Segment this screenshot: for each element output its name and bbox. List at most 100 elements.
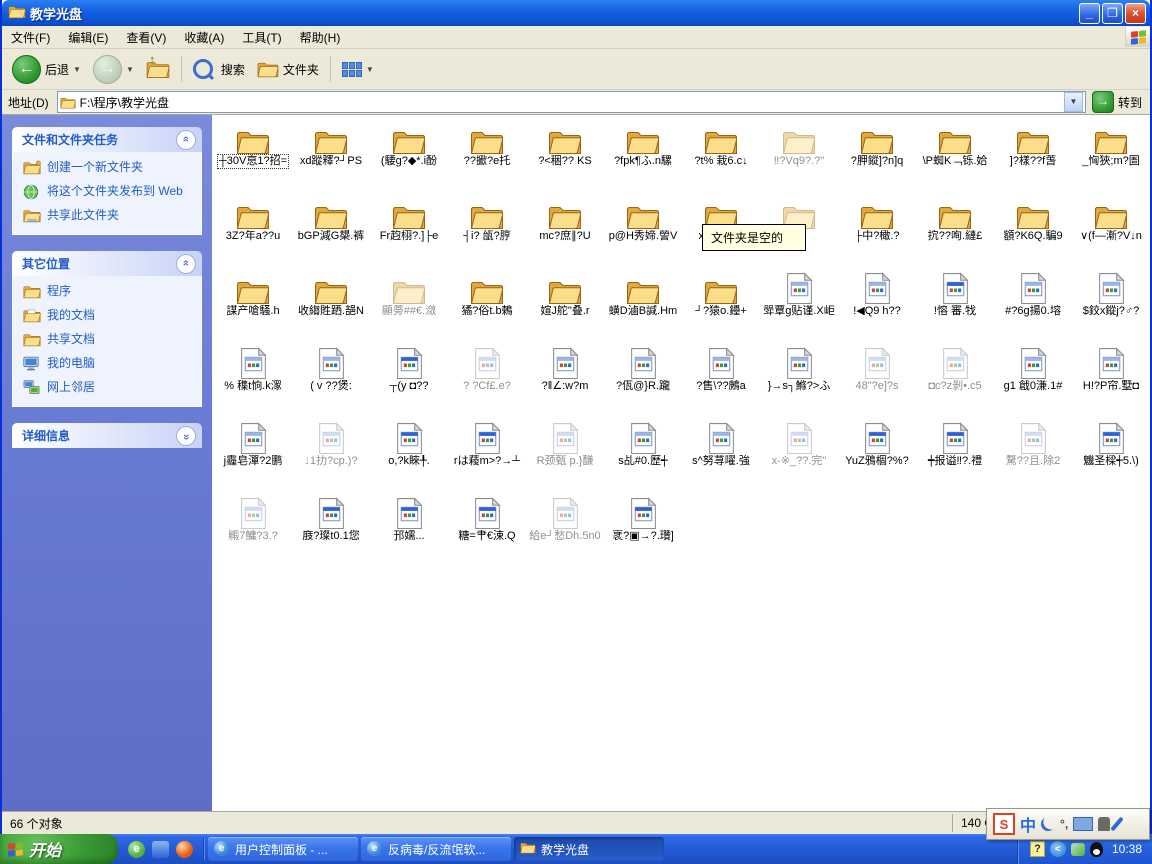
file-item[interactable]: ? ?Cf£.e?: [448, 344, 526, 419]
file-item[interactable]: x-※_??.完": [760, 419, 838, 494]
file-item[interactable]: ?t% 栽6.c↓: [682, 119, 760, 194]
orange-circle-icon[interactable]: [176, 841, 193, 858]
file-item[interactable]: ?售\??鶊a: [682, 344, 760, 419]
restore-button[interactable]: ❐: [1102, 3, 1123, 24]
file-item[interactable]: 給e┘愁Dh.5n0: [526, 494, 604, 569]
taskbar-task-button[interactable]: 教学光盘: [514, 837, 664, 861]
file-tasks-header[interactable]: 文件和文件夹任务 »: [12, 127, 202, 152]
file-item[interactable]: YuZ鴉棝?%?: [838, 419, 916, 494]
file-item[interactable]: rは薐m>?→┴: [448, 419, 526, 494]
close-button[interactable]: ×: [1125, 3, 1146, 24]
sidebar-item[interactable]: 程序: [23, 284, 195, 300]
file-item[interactable]: !愹 審.牫: [916, 269, 994, 344]
file-item[interactable]: ┿报谥‼?.禮: [916, 419, 994, 494]
file-item[interactable]: xd蹤釋?┘PS: [292, 119, 370, 194]
drive-tray-icon[interactable]: [1071, 843, 1085, 856]
file-item[interactable]: ∨(f—漸?V↓n: [1072, 194, 1150, 269]
file-item[interactable]: s乩#0.歷┽: [604, 419, 682, 494]
taskbar-task-button[interactable]: e反病毒/反流氓软...: [361, 837, 511, 861]
file-item[interactable]: ◘c?z剝•.c5: [916, 344, 994, 419]
chinese-mode-icon[interactable]: 中: [1020, 812, 1036, 836]
green-e-icon[interactable]: e: [128, 841, 145, 858]
title-bar[interactable]: 教学光盘 _ ❐ ×: [2, 0, 1150, 26]
taskbar-task-button[interactable]: e用户控制面板 - ...: [208, 837, 358, 861]
minimize-button[interactable]: _: [1079, 3, 1100, 24]
file-item[interactable]: ┼30V恴1?招=: [214, 119, 292, 194]
file-item[interactable]: g1 戧0溓.1#: [994, 344, 1072, 419]
file-item[interactable]: ├中?橄.?: [838, 194, 916, 269]
file-item[interactable]: 3Z?年a??u: [214, 194, 292, 269]
sogou-icon[interactable]: S: [993, 813, 1015, 835]
ime-language-bar[interactable]: S中 °,: [986, 808, 1150, 840]
sidebar-item[interactable]: 共享文档: [23, 332, 195, 348]
file-item[interactable]: p@H秀媂.謍V: [604, 194, 682, 269]
file-item[interactable]: ?胛鏦]?n]q: [838, 119, 916, 194]
punctuation-icon[interactable]: °,: [1060, 817, 1068, 831]
file-item[interactable]: % 穕t恦.k潈: [214, 344, 292, 419]
back-button[interactable]: ← 后退 ▼: [8, 53, 85, 86]
sidebar-item[interactable]: 将这个文件夹发布到 Web: [23, 184, 195, 200]
menu-item[interactable]: 编辑(E): [59, 28, 117, 48]
other-places-header[interactable]: 其它位置 »: [12, 251, 202, 276]
menu-item[interactable]: 收藏(A): [175, 28, 233, 48]
file-item[interactable]: 獝?俗t.b鶫: [448, 269, 526, 344]
sidebar-item[interactable]: 我的电脑: [23, 356, 195, 372]
views-button[interactable]: ▼: [338, 60, 378, 79]
file-item[interactable]: _恟狹;m?圄: [1072, 119, 1150, 194]
file-item[interactable]: s^努荨嚁.強: [682, 419, 760, 494]
file-item[interactable]: ┤i? 瓵?脝: [448, 194, 526, 269]
fullwidth-moon-icon[interactable]: [1041, 817, 1055, 831]
sidebar-item[interactable]: 创建一个新文件夹: [23, 160, 195, 176]
file-item[interactable]: Fr赹栩?.]├e: [370, 194, 448, 269]
file-item[interactable]: \P蜘K﹁铄.姶: [916, 119, 994, 194]
file-item[interactable]: mc?庶∥?U: [526, 194, 604, 269]
sidebar-item[interactable]: 我的文档: [23, 308, 195, 324]
sidebar-item[interactable]: 网上邻居: [23, 380, 195, 396]
folders-button[interactable]: 文件夹: [253, 58, 323, 80]
chevron-down-icon[interactable]: »: [176, 426, 196, 446]
file-item[interactable]: 邘嬬...: [370, 494, 448, 569]
language-tray-icon[interactable]: <: [1050, 841, 1066, 857]
search-button[interactable]: 搜索: [189, 57, 249, 81]
file-item[interactable]: j霾皂潬?2鹏: [214, 419, 292, 494]
hand-tool-icon[interactable]: [1098, 817, 1110, 831]
file-item[interactable]: 糖=肀€涑.Q: [448, 494, 526, 569]
file-item[interactable]: 額?K6Q.騙9: [994, 194, 1072, 269]
views-caret-icon[interactable]: ▼: [366, 65, 374, 74]
file-item[interactable]: ┘?猿o.鑸+: [682, 269, 760, 344]
file-item[interactable]: ┬(y ◘??: [370, 344, 448, 419]
menu-item[interactable]: 帮助(H): [291, 28, 350, 48]
help-tray-icon[interactable]: ?: [1030, 841, 1045, 857]
menu-item[interactable]: 查看(V): [117, 28, 175, 48]
file-item[interactable]: 顯蒡##€.潋: [370, 269, 448, 344]
file-item[interactable]: #?6g揚0.塎: [994, 269, 1072, 344]
file-item[interactable]: ( v ??煲:: [292, 344, 370, 419]
file-item[interactable]: ]?樣??f萅: [994, 119, 1072, 194]
file-item[interactable]: R颈甄 p.}馦: [526, 419, 604, 494]
file-item[interactable]: ?fpk¶ふ.n騾: [604, 119, 682, 194]
back-caret-icon[interactable]: ▼: [73, 65, 81, 74]
file-item[interactable]: H!?P帘.墅◘: [1072, 344, 1150, 419]
details-header[interactable]: 详细信息 »: [12, 423, 202, 448]
blue-app-icon[interactable]: [152, 841, 169, 858]
file-item[interactable]: ?‖∠:w?m: [526, 344, 604, 419]
file-item[interactable]: ↓1扐?cp.)?: [292, 419, 370, 494]
file-item[interactable]: ??擨?e托: [448, 119, 526, 194]
up-button[interactable]: ↑: [142, 56, 174, 82]
file-item[interactable]: !◀Q9 h??: [838, 269, 916, 344]
file-item[interactable]: 媗J舵"叠.r: [526, 269, 604, 344]
file-item[interactable]: o,?k睞╀.: [370, 419, 448, 494]
file-item[interactable]: 衺?▣→?.瓚]: [604, 494, 682, 569]
soft-keyboard-icon[interactable]: [1073, 817, 1093, 831]
start-button[interactable]: 开始: [0, 834, 118, 864]
file-item[interactable]: ?<稇?? KS: [526, 119, 604, 194]
qq-tray-icon[interactable]: [1090, 842, 1103, 857]
go-button[interactable]: → 转到: [1090, 91, 1148, 113]
file-item[interactable]: 斝覃g贴谨.X岠: [760, 269, 838, 344]
forward-button[interactable]: → ▼: [89, 53, 138, 86]
menu-item[interactable]: 文件(F): [2, 28, 59, 48]
file-item[interactable]: 謀产嗆騒.h: [214, 269, 292, 344]
sidebar-item[interactable]: 共享此文件夹: [23, 208, 195, 224]
file-item[interactable]: }→s┐鰷?>ふ: [760, 344, 838, 419]
address-input[interactable]: F:\程序\教学光盘 ▼: [57, 91, 1086, 113]
